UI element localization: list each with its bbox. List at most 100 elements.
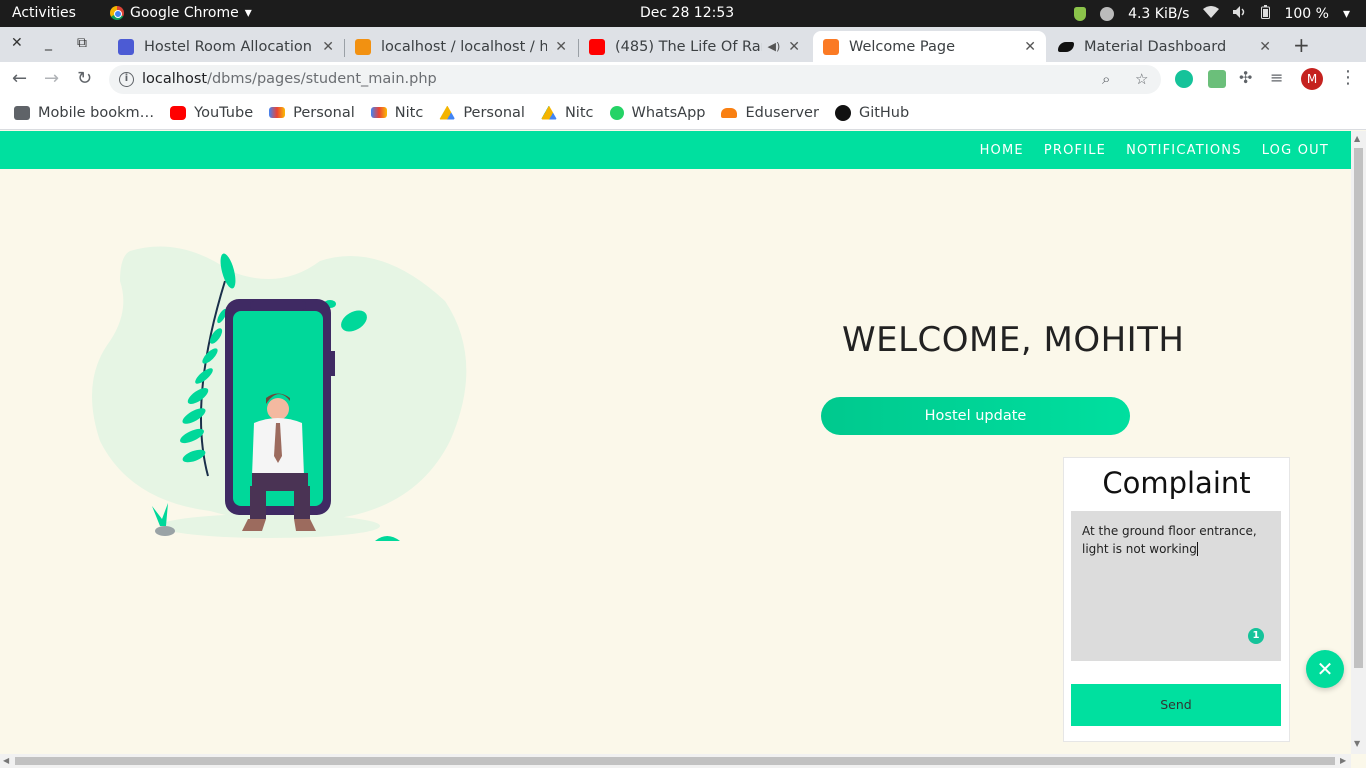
tab-title: localhost / localhost / ho <box>381 38 548 55</box>
tab-title: Hostel Room Allocation S <box>144 38 315 55</box>
moodle-icon <box>721 107 738 118</box>
bookmark-youtube[interactable]: YouTube <box>170 105 253 121</box>
send-button[interactable]: Send <box>1071 684 1281 726</box>
bookmarks-bar: Mobile bookm… YouTube Personal Nitc Pers… <box>0 96 1366 130</box>
profile-avatar[interactable]: M <box>1301 68 1323 90</box>
tab-welcome-page[interactable]: Welcome Page ✕ <box>813 31 1046 62</box>
close-fab-icon[interactable]: ✕ <box>1306 650 1344 688</box>
youtube-icon <box>170 105 187 120</box>
new-tab-icon[interactable]: + <box>1293 33 1310 57</box>
bookmark-nitc-gmail[interactable]: Nitc <box>370 104 424 121</box>
minimize-icon[interactable]: _ <box>45 35 52 51</box>
forward-icon[interactable]: → <box>44 68 59 89</box>
docs-favicon-icon <box>118 38 134 55</box>
bookmark-label: Nitc <box>394 104 424 121</box>
close-tab-icon[interactable]: ✕ <box>555 39 567 55</box>
vertical-scrollbar[interactable]: ▲ ▼ <box>1351 131 1366 754</box>
bookmark-label: Eduserver <box>745 104 819 121</box>
horizontal-scrollbar[interactable]: ◀ ▶ <box>0 754 1351 768</box>
grammarly-icon[interactable]: 1 <box>1248 628 1264 644</box>
bookmark-label: WhatsApp <box>631 104 706 121</box>
close-tab-icon[interactable]: ✕ <box>788 39 800 55</box>
grammarly-extension-icon[interactable] <box>1175 70 1193 88</box>
extensions-puzzle-icon[interactable]: ✣ <box>1239 68 1252 87</box>
battery-icon <box>1261 5 1271 23</box>
welcome-heading: WELCOME, MOHITH <box>842 320 1185 360</box>
system-top-bar: Activities Google Chrome ▾ Dec 28 12:53 … <box>0 0 1366 27</box>
url-host: localhost <box>142 71 208 87</box>
close-window-icon[interactable]: ✕ <box>11 35 23 51</box>
tab-strip: ✕ _ ⧉ Hostel Room Allocation S ✕ localho… <box>0 27 1366 62</box>
nav-home[interactable]: HOME <box>980 143 1024 158</box>
zoom-icon[interactable]: ⌕ <box>1102 65 1110 94</box>
close-tab-icon[interactable]: ✕ <box>322 39 334 55</box>
gmail-icon <box>269 107 286 118</box>
close-tab-icon[interactable]: ✕ <box>1024 39 1036 55</box>
bookmark-whatsapp[interactable]: WhatsApp <box>609 104 706 121</box>
nav-notifications[interactable]: NOTIFICATIONS <box>1126 143 1242 158</box>
media-queue-icon[interactable]: ≡ <box>1270 68 1283 87</box>
clock[interactable]: Dec 28 12:53 <box>640 5 734 21</box>
tab-hostel-room-allocation[interactable]: Hostel Room Allocation S ✕ <box>108 31 344 62</box>
system-tray[interactable]: 4.3 KiB/s 100 % ▾ <box>1074 5 1350 23</box>
complaint-textarea[interactable]: At the ground floor entrance, light is n… <box>1071 511 1281 661</box>
hostel-update-button[interactable]: Hostel update <box>821 397 1130 435</box>
bookmark-label: YouTube <box>194 104 254 121</box>
site-info-icon[interactable]: i <box>119 72 134 87</box>
bookmark-label: GitHub <box>858 104 910 121</box>
xampp-favicon-icon <box>823 38 839 55</box>
complaint-text: At the ground floor entrance, light is n… <box>1082 524 1257 556</box>
chrome-icon <box>110 6 124 20</box>
bookmark-mobile[interactable]: Mobile bookm… <box>14 105 154 121</box>
close-tab-icon[interactable]: ✕ <box>1259 39 1271 55</box>
app-menu[interactable]: Google Chrome ▾ <box>110 5 252 21</box>
scroll-thumb[interactable] <box>1354 148 1363 668</box>
github-icon <box>834 104 851 121</box>
scroll-down-icon[interactable]: ▼ <box>1354 739 1360 748</box>
drive-icon <box>439 105 456 120</box>
phpmyadmin-favicon-icon <box>355 38 371 55</box>
activities-button[interactable]: Activities <box>12 5 76 21</box>
bookmark-nitc-drive[interactable]: Nitc <box>540 104 594 121</box>
nav-profile[interactable]: PROFILE <box>1044 143 1106 158</box>
bookmark-star-icon[interactable]: ☆ <box>1135 65 1148 94</box>
tab-title: (485) The Life Of Ram <box>615 38 762 55</box>
scroll-up-icon[interactable]: ▲ <box>1354 134 1360 143</box>
chevron-down-icon: ▾ <box>244 5 252 21</box>
scroll-left-icon[interactable]: ◀ <box>3 756 9 765</box>
vpn-shield-icon <box>1074 7 1087 21</box>
scroll-thumb[interactable] <box>15 757 1335 765</box>
url-path: /dbms/pages/student_main.php <box>207 71 437 87</box>
restore-icon[interactable]: ⧉ <box>77 35 87 51</box>
complaint-title: Complaint <box>1102 466 1251 500</box>
address-bar[interactable]: i localhost/dbms/pages/student_main.php … <box>109 65 1161 94</box>
back-icon[interactable]: ← <box>12 68 27 89</box>
tab-title: Material Dashboard <box>1084 38 1227 55</box>
site-navbar: HOME PROFILE NOTIFICATIONS LOG OUT <box>0 131 1351 169</box>
bookmark-label: Mobile bookm… <box>38 104 155 121</box>
youtube-favicon-icon <box>589 38 605 55</box>
net-speed: 4.3 KiB/s <box>1128 6 1190 22</box>
bookmark-personal-drive[interactable]: Personal <box>439 105 525 121</box>
chrome-menu-icon[interactable]: ⋮ <box>1339 67 1357 88</box>
reload-icon[interactable]: ↻ <box>77 68 92 89</box>
folder-icon <box>14 105 30 120</box>
person-on-phone-illustration <box>92 246 467 541</box>
eyedropper-extension-icon[interactable] <box>1208 70 1226 88</box>
scroll-right-icon[interactable]: ▶ <box>1340 756 1346 765</box>
nav-logout[interactable]: LOG OUT <box>1262 143 1329 158</box>
drive-icon <box>540 105 557 120</box>
tab-phpmyadmin[interactable]: localhost / localhost / ho ✕ <box>345 31 577 62</box>
audio-playing-icon[interactable]: ◀) <box>768 40 781 53</box>
tab-material-dashboard[interactable]: Material Dashboard ✕ <box>1048 31 1281 62</box>
bow-tie-favicon-icon <box>1058 41 1074 52</box>
bookmark-eduserver[interactable]: Eduserver <box>721 104 819 121</box>
bookmark-personal-gmail[interactable]: Personal <box>269 105 355 121</box>
bookmark-label: Nitc <box>564 104 594 121</box>
whatsapp-icon <box>609 105 624 120</box>
wifi-icon <box>1203 6 1220 22</box>
tab-youtube[interactable]: (485) The Life Of Ram ◀) ✕ <box>579 31 810 62</box>
bookmark-label: Personal <box>463 104 525 121</box>
bookmark-github[interactable]: GitHub <box>834 104 910 121</box>
bookmark-label: Personal <box>293 104 355 121</box>
